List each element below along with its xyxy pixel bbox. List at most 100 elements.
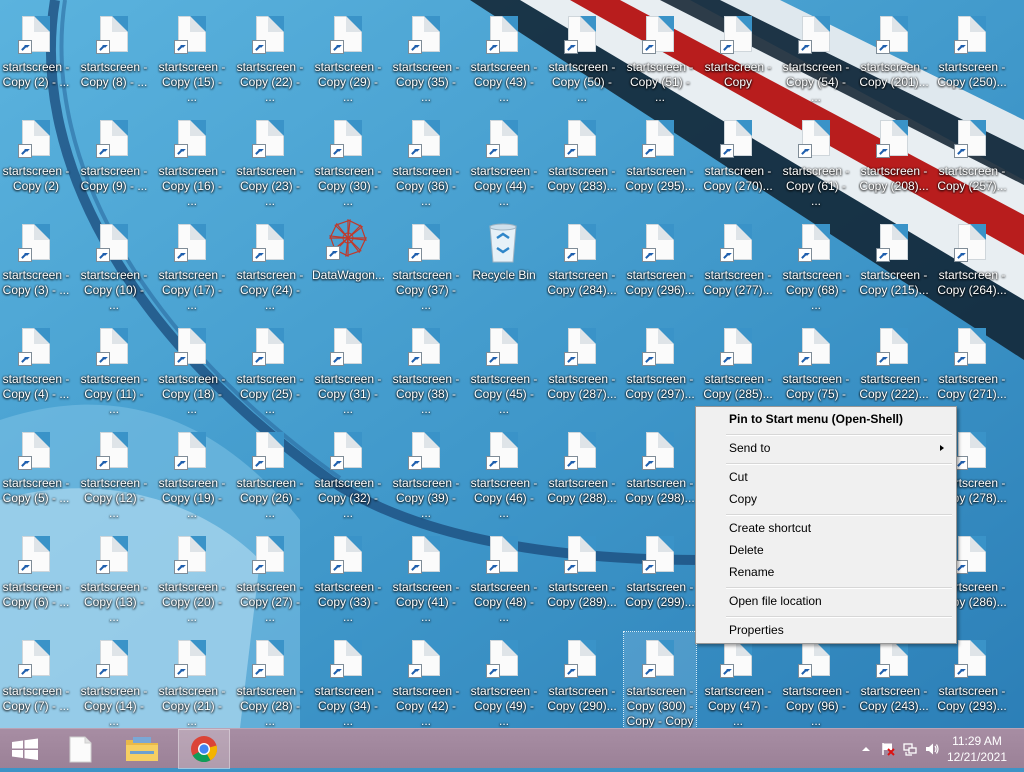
shortcut-icon[interactable]: startscreen - Copy (39) - ... bbox=[390, 424, 462, 520]
shortcut-icon[interactable]: startscreen - Copy (215)... bbox=[858, 216, 930, 312]
shortcut-icon[interactable]: startscreen - Copy (8) - ... bbox=[78, 8, 150, 104]
shortcut-icon[interactable]: startscreen - Copy (51) - ... bbox=[624, 8, 696, 104]
shortcut-icon[interactable]: startscreen - Copy (46) - ... bbox=[468, 424, 540, 520]
shortcut-icon[interactable]: startscreen - Copy (5) - ... bbox=[0, 424, 72, 520]
shortcut-icon[interactable]: startscreen - Copy (49) - ... bbox=[468, 632, 540, 728]
shortcut-icon[interactable]: startscreen - Copy (243)... bbox=[858, 632, 930, 728]
shortcut-icon[interactable]: startscreen - Copy (19) - ... bbox=[156, 424, 228, 520]
menu-item-send-to[interactable]: Send to bbox=[698, 437, 954, 459]
shortcut-icon[interactable]: startscreen - Copy (257)... bbox=[936, 112, 1008, 208]
taskbar-file-button[interactable] bbox=[54, 729, 106, 769]
menu-item-properties[interactable]: Properties bbox=[698, 619, 954, 641]
shortcut-icon[interactable]: startscreen - Copy (283)... bbox=[546, 112, 618, 208]
menu-item-copy[interactable]: Copy bbox=[698, 488, 954, 510]
desktop[interactable]: startscreen - Copy (2) - ... startscreen … bbox=[0, 0, 1024, 728]
shortcut-icon[interactable]: startscreen - Copy (29) - ... bbox=[312, 8, 384, 104]
shortcut-icon[interactable]: startscreen - Copy (42) - ... bbox=[390, 632, 462, 728]
shortcut-icon[interactable]: startscreen - Copy (270)... bbox=[702, 112, 774, 208]
shortcut-icon[interactable]: startscreen - Copy (2) - ... bbox=[0, 8, 72, 104]
shortcut-icon[interactable]: startscreen - Copy (293)... bbox=[936, 632, 1008, 728]
shortcut-icon[interactable]: startscreen - Copy (26) - ... bbox=[234, 424, 306, 520]
shortcut-icon[interactable]: startscreen - Copy (61) - ... bbox=[780, 112, 852, 208]
shortcut-icon[interactable]: startscreen - Copy (32) - ... bbox=[312, 424, 384, 520]
recycle-bin-icon[interactable]: Recycle Bin bbox=[468, 216, 540, 312]
shortcut-icon[interactable]: startscreen - Copy (9) - ... bbox=[78, 112, 150, 208]
shortcut-icon[interactable]: startscreen - Copy (41) - ... bbox=[390, 528, 462, 624]
shortcut-icon[interactable]: startscreen - Copy (44) - ... bbox=[468, 112, 540, 208]
shortcut-icon[interactable]: startscreen - Copy (28) - ... bbox=[234, 632, 306, 728]
shortcut-icon[interactable]: startscreen - Copy (264)... bbox=[936, 216, 1008, 312]
shortcut-icon[interactable]: startscreen - Copy (48) - ... bbox=[468, 528, 540, 624]
shortcut-icon[interactable]: startscreen - Copy (37) - ... bbox=[390, 216, 462, 312]
shortcut-icon[interactable]: startscreen - Copy (3) - ... bbox=[0, 216, 72, 312]
shortcut-icon[interactable]: startscreen - Copy (222)... bbox=[858, 320, 930, 416]
shortcut-icon[interactable]: startscreen - Copy (15) - ... bbox=[156, 8, 228, 104]
network-icon[interactable] bbox=[902, 741, 918, 757]
shortcut-icon[interactable]: startscreen - Copy (23) - ... bbox=[234, 112, 306, 208]
menu-item-delete[interactable]: Delete bbox=[698, 539, 954, 561]
volume-icon[interactable] bbox=[924, 741, 940, 757]
menu-item-create-shortcut[interactable]: Create shortcut bbox=[698, 517, 954, 539]
shortcut-icon[interactable]: startscreen - Copy (290)... bbox=[546, 632, 618, 728]
shortcut-icon[interactable]: startscreen - Copy (6) - ... bbox=[0, 528, 72, 624]
shortcut-icon[interactable]: startscreen - Copy (96) - ... bbox=[780, 632, 852, 728]
shortcut-icon[interactable]: startscreen - Copy (17) - ... bbox=[156, 216, 228, 312]
menu-item-rename[interactable]: Rename bbox=[698, 561, 954, 583]
shortcut-icon[interactable]: startscreen - Copy (45) - ... bbox=[468, 320, 540, 416]
action-center-flag-icon[interactable] bbox=[880, 741, 896, 757]
shortcut-icon[interactable]: startscreen - Copy (13) - ... bbox=[78, 528, 150, 624]
shortcut-icon[interactable]: startscreen - Copy (21) - ... bbox=[156, 632, 228, 728]
shortcut-icon[interactable]: startscreen - Copy (38) - ... bbox=[390, 320, 462, 416]
shortcut-icon[interactable]: startscreen - Copy (36) - ... bbox=[390, 112, 462, 208]
shortcut-icon[interactable]: startscreen - Copy (284)... bbox=[546, 216, 618, 312]
shortcut-icon[interactable]: startscreen - Copy (34) - ... bbox=[312, 632, 384, 728]
clock[interactable]: 11:29 AM 12/21/2021 bbox=[942, 733, 1012, 765]
shortcut-icon[interactable]: startscreen - Copy (50) - ... bbox=[546, 8, 618, 104]
shortcut-icon[interactable]: startscreen - Copy (18) - ... bbox=[156, 320, 228, 416]
menu-item-cut[interactable]: Cut bbox=[698, 466, 954, 488]
shortcut-icon[interactable]: startscreen - Copy (10) - ... bbox=[78, 216, 150, 312]
shortcut-icon[interactable]: startscreen - Copy (54) - ... bbox=[780, 8, 852, 104]
shortcut-icon[interactable]: startscreen - Copy (295)... bbox=[624, 112, 696, 208]
shortcut-icon[interactable]: startscreen - Copy (11) - ... bbox=[78, 320, 150, 416]
taskbar-chrome-button[interactable] bbox=[178, 729, 230, 769]
shortcut-icon[interactable]: startscreen - Copy (7) - ... bbox=[0, 632, 72, 728]
start-button[interactable] bbox=[0, 729, 52, 769]
shortcut-icon[interactable]: startscreen - Copy (208)... bbox=[858, 112, 930, 208]
shortcut-icon[interactable]: startscreen - Copy (33) - ... bbox=[312, 528, 384, 624]
shortcut-icon[interactable]: startscreen - Copy (30) - ... bbox=[312, 112, 384, 208]
shortcut-icon[interactable]: startscreen - Copy (299)... bbox=[624, 528, 696, 624]
menu-item-pin-to-start[interactable]: Pin to Start menu (Open-Shell) bbox=[698, 408, 954, 430]
shortcut-icon[interactable]: startscreen - Copy (35) - ... bbox=[390, 8, 462, 104]
taskbar-explorer-button[interactable] bbox=[116, 729, 168, 769]
shortcut-icon[interactable]: startscreen - Copy (4) - ... bbox=[0, 320, 72, 416]
shortcut-icon[interactable]: startscreen - Copy (22) - ... bbox=[234, 8, 306, 104]
datawagon-shortcut[interactable]: DataWagon... bbox=[312, 216, 384, 312]
shortcut-icon[interactable]: startscreen - Copy (297)... bbox=[624, 320, 696, 416]
shortcut-icon[interactable]: startscreen - Copy (47) - ... bbox=[702, 632, 774, 728]
shortcut-icon[interactable]: startscreen - Copy (271)... bbox=[936, 320, 1008, 416]
shortcut-icon[interactable]: startscreen - Copy (298)... bbox=[624, 424, 696, 520]
shortcut-icon[interactable]: startscreen - Copy (287)... bbox=[546, 320, 618, 416]
shortcut-icon[interactable]: startscreen - Copy (43) - ... bbox=[468, 8, 540, 104]
shortcut-icon[interactable]: startscreen - Copy (2) bbox=[0, 112, 72, 208]
shortcut-icon[interactable]: startscreen - Copy (288)... bbox=[546, 424, 618, 520]
shortcut-icon[interactable]: startscreen - Copy (12) - ... bbox=[78, 424, 150, 520]
shortcut-icon[interactable]: startscreen - Copy (277)... bbox=[702, 216, 774, 312]
menu-item-open-file-location[interactable]: Open file location bbox=[698, 590, 954, 612]
shortcut-icon[interactable]: startscreen - Copy (68) - ... bbox=[780, 216, 852, 312]
chevron-up-icon[interactable] bbox=[858, 741, 874, 757]
shortcut-icon[interactable]: startscreen - Copy (16) - ... bbox=[156, 112, 228, 208]
shortcut-icon[interactable]: startscreen - Copy (14) - ... bbox=[78, 632, 150, 728]
shortcut-icon[interactable]: startscreen - Copy (250)... bbox=[936, 8, 1008, 104]
shortcut-icon[interactable]: startscreen - Copy (201)... bbox=[858, 8, 930, 104]
shortcut-icon[interactable]: startscreen - Copy (75) - ... bbox=[780, 320, 852, 416]
shortcut-icon[interactable]: startscreen - Copy (289)... bbox=[546, 528, 618, 624]
shortcut-icon[interactable]: startscreen - Copy (296)... bbox=[624, 216, 696, 312]
shortcut-icon[interactable]: startscreen - Copy (31) - ... bbox=[312, 320, 384, 416]
shortcut-icon[interactable]: startscreen - Copy (25) - ... bbox=[234, 320, 306, 416]
shortcut-icon[interactable]: startscreen - Copy bbox=[702, 8, 774, 104]
shortcut-icon[interactable]: startscreen - Copy (300) - Copy - Copy bbox=[623, 631, 697, 728]
shortcut-icon[interactable]: startscreen - Copy (24) - ... bbox=[234, 216, 306, 312]
shortcut-icon[interactable]: startscreen - Copy (20) - ... bbox=[156, 528, 228, 624]
